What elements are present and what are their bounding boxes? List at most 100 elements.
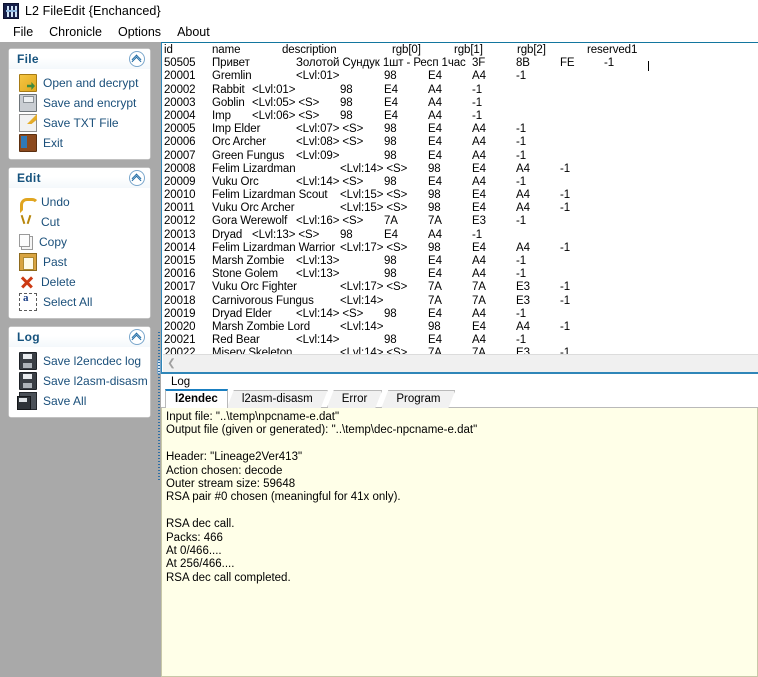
table-row[interactable]: 20003 Goblin <Lvl:05> <S> 98 E4 A4 -1 (164, 97, 758, 110)
tab-error[interactable]: Error (327, 390, 383, 408)
table-row[interactable]: 20015 Marsh Zombie <Lvl:13> 98 E4 A4 -1 (164, 255, 758, 268)
menu-item-chronicle[interactable]: Chronicle (41, 23, 110, 41)
grid-rows-container: id name description rgb[0] rgb[1] rgb[2] reser… (164, 44, 758, 355)
cell-rgb-1: 8B (516, 57, 530, 70)
table-row[interactable]: 20018 Carnivorous Fungus <Lvl:14> 7A 7A E3 -1 (164, 295, 758, 308)
cell-rgb-0: 98 (384, 175, 397, 188)
exit-door-icon (19, 134, 37, 152)
cell-rgb-2: A4 (472, 70, 486, 83)
task-item-select-all[interactable]: Select All (9, 292, 150, 312)
task-item-save-l2asm-disasm-log[interactable]: Save l2asm-disasm log (9, 371, 150, 391)
task-item-past[interactable]: Past (9, 252, 150, 272)
chevron-up-icon[interactable] (129, 51, 145, 67)
table-row[interactable]: 20002 Rabbit <Lvl:01> 98 E4 A4 -1 (164, 84, 758, 97)
task-item-exit[interactable]: Exit (9, 133, 150, 153)
cell-rgb-2: A4 (472, 123, 486, 136)
task-item-label: Save l2encdec log (43, 354, 142, 368)
table-row[interactable]: 20005 Imp Elder <Lvl:07> <S> 98 E4 A4 -1 (164, 123, 758, 136)
table-row[interactable]: 20007 Green Fungus <Lvl:09> 98 E4 A4 -1 (164, 150, 758, 163)
task-item-label: Copy (39, 235, 68, 249)
panel-body: Undo Cut Copy Past Delete Select All (9, 189, 150, 318)
panel-header-edit[interactable]: Edit (9, 168, 150, 189)
chevron-up-icon[interactable] (129, 170, 145, 186)
table-row[interactable]: 50505 Привет Золотой Сундук 1шт - Респ 1ча… (164, 57, 758, 72)
table-row[interactable]: 20016 Stone Golem <Lvl:13> 98 E4 A4 -1 (164, 268, 758, 281)
log-output-text[interactable]: Input file: "..\temp\npcname-e.dat" Outp… (161, 408, 758, 677)
tab-l2endec[interactable]: l2endec (165, 389, 228, 408)
cell-rgb-1: 7A (428, 215, 442, 228)
chevron-up-icon[interactable] (129, 329, 145, 345)
chevron-left-icon[interactable]: ❮ (163, 355, 180, 372)
table-row[interactable]: 20013 Dryad <Lvl:13> <S> 98 E4 A4 -1 (164, 229, 758, 242)
cell-reserved1: -1 (472, 96, 483, 109)
cell-reserved1: -1 (516, 255, 527, 267)
cell-id: 20003 (164, 96, 196, 109)
table-row[interactable]: 20012 Gora Werewolf <Lvl:16> <S> 7A 7A E3 -1 (164, 215, 758, 228)
text-caret (648, 61, 649, 72)
cell-id: 20021 (164, 334, 196, 347)
menu-item-options[interactable]: Options (110, 23, 169, 41)
cell-id: 20018 (164, 294, 196, 307)
grid-header-cell: rgb[1] (454, 44, 483, 56)
cell-id: 20004 (164, 109, 196, 122)
task-item-label: Save l2asm-disasm log (43, 374, 150, 388)
cell-rgb-0: 98 (340, 109, 353, 122)
tab-l2asm-disasm[interactable]: l2asm-disasm (227, 390, 328, 408)
menu-item-about[interactable]: About (169, 23, 218, 41)
task-item-cut[interactable]: Cut (9, 212, 150, 232)
table-row[interactable]: 20009 Vuku Orc <Lvl:14> <S> 98 E4 A4 -1 (164, 176, 758, 189)
tab-program[interactable]: Program (381, 390, 455, 408)
task-item-save-all[interactable]: Save All (9, 391, 150, 411)
task-item-save-and-encrypt[interactable]: Save and encrypt (9, 93, 150, 113)
floppy-disk-icon (19, 94, 37, 112)
task-item-label: Save All (43, 394, 87, 408)
table-row[interactable]: 20011 Vuku Orc Archer <Lvl:15> <S> 98 E4 A4 -1 (164, 202, 758, 215)
cell-reserved1: -1 (516, 123, 527, 136)
task-item-save-l2encdec-log[interactable]: Save l2encdec log (9, 351, 150, 371)
menu-item-file[interactable]: File (5, 23, 41, 41)
cell-rgb-0: 3F (472, 57, 486, 70)
table-row[interactable]: 20004 Imp <Lvl:06> <S> 98 E4 A4 -1 (164, 110, 758, 123)
task-item-copy[interactable]: Copy (9, 232, 150, 252)
task-panel-file: File Open and decrypt Save and encrypt Save… (9, 49, 150, 159)
table-row[interactable]: 20021 Red Bear <Lvl:14> 98 E4 A4 -1 (164, 334, 758, 347)
cell-description: <Lvl:01> (252, 83, 296, 96)
task-item-label: Cut (41, 215, 60, 229)
cell-rgb-1: E4 (472, 320, 486, 333)
npc-data-grid[interactable]: id name description rgb[0] rgb[1] rgb[2] reser… (161, 42, 758, 373)
panel-title: Edit (17, 171, 41, 185)
cell-rgb-1: E4 (428, 136, 442, 149)
cell-rgb-1: E4 (428, 123, 442, 136)
table-row[interactable]: 20017 Vuku Orc Fighter <Lvl:17> <S> 7A 7A E3 -… (164, 281, 758, 294)
cell-rgb-2: A4 (428, 83, 442, 96)
cell-name: Orc Archer (212, 136, 266, 149)
task-item-save-txt-file[interactable]: Save TXT File (9, 113, 150, 133)
task-item-open-and-decrypt[interactable]: Open and decrypt (9, 73, 150, 93)
panel-body: Save l2encdec log Save l2asm-disasm log Sa… (9, 348, 150, 417)
cell-reserved1: -1 (516, 307, 527, 320)
panel-header-log[interactable]: Log (9, 327, 150, 348)
cell-reserved1: -1 (472, 109, 483, 122)
grid-horizontal-scrollbar[interactable]: ❮ (163, 354, 758, 372)
cell-rgb-2: A4 (472, 307, 486, 320)
task-item-undo[interactable]: Undo (9, 192, 150, 213)
table-row[interactable]: 20019 Dryad Elder <Lvl:14> <S> 98 E4 A4 -1 (164, 308, 758, 321)
cell-name: Felim Lizardman Warrior (212, 241, 336, 254)
panel-header-file[interactable]: File (9, 49, 150, 70)
cell-reserved1: -1 (560, 281, 571, 294)
task-item-delete[interactable]: Delete (9, 272, 150, 292)
table-row[interactable]: 20001 Gremlin <Lvl:01> 98 E4 A4 -1 (164, 70, 758, 83)
cell-id: 20009 (164, 175, 196, 188)
cell-reserved1: -1 (560, 202, 571, 215)
cell-description: <Lvl:07> <S> (296, 123, 364, 136)
table-row[interactable]: 20020 Marsh Zombie Lord <Lvl:14> 98 E4 A4 -1 (164, 321, 758, 334)
table-row[interactable]: 20008 Felim Lizardman <Lvl:14> <S> 98 E4 A4 -1 (164, 163, 758, 176)
table-row[interactable]: 20014 Felim Lizardman Warrior <Lvl:17> <S>… (164, 242, 758, 255)
cell-description: <Lvl:01> (296, 70, 340, 83)
cell-rgb-0: 98 (384, 123, 397, 136)
open-folder-icon (19, 74, 37, 92)
cell-name: Green Fungus (212, 149, 285, 162)
task-item-label: Open and decrypt (43, 76, 139, 90)
table-row[interactable]: 20010 Felim Lizardman Scout <Lvl:15> <S> 98… (164, 189, 758, 202)
table-row[interactable]: 20006 Orc Archer <Lvl:08> <S> 98 E4 A4 -1 (164, 136, 758, 149)
